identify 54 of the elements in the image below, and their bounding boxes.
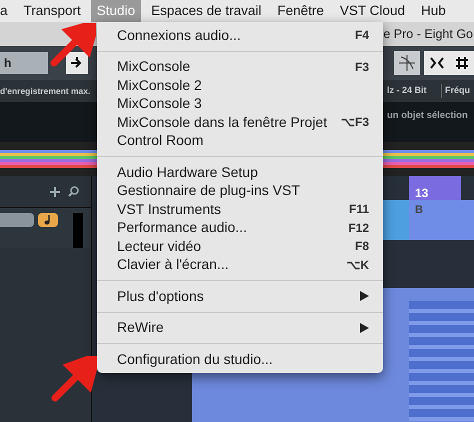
note-icon	[44, 215, 52, 225]
track-row[interactable]	[0, 208, 91, 248]
window-title: e Pro - Eight Go	[383, 26, 473, 43]
submenu-arrow-icon	[360, 291, 369, 302]
dropdown[interactable]: h	[0, 52, 48, 74]
info-text: un objet sélection	[387, 109, 468, 123]
arrow-tool-icon	[70, 57, 84, 69]
menu-bar-item[interactable]: Fenêtre	[271, 0, 330, 22]
menu-item[interactable]: Connexions audio... F4	[97, 26, 383, 44]
shortcut-text: ⌥F3	[340, 114, 369, 132]
status-text: d'enregistrement max.	[0, 84, 90, 98]
menu-item[interactable]: Configuration du studio...	[97, 350, 383, 368]
menu-bar-item[interactable]: Hub	[414, 0, 452, 22]
search-icon[interactable]	[68, 186, 79, 197]
shortcut-text: F3	[354, 58, 369, 76]
plus-icon[interactable]	[50, 186, 60, 196]
menu-item[interactable]: ReWire	[97, 318, 383, 337]
menu-item[interactable]: Plus d'options	[97, 287, 383, 306]
shortcut-text: F11	[348, 201, 369, 218]
tool-button[interactable]	[394, 51, 420, 75]
menu-item[interactable]: Gestionnaire de plug-ins VST	[97, 182, 383, 200]
shortcut-text: ⌥K	[346, 256, 369, 274]
midi-track-button[interactable]	[38, 213, 58, 227]
menu-item[interactable]: Lecteur vidéo F8	[97, 237, 383, 256]
menu-item[interactable]: MixConsole dans la fenêtre Projet ⌥F3	[97, 113, 383, 132]
menu-item[interactable]: Control Room	[97, 132, 383, 150]
menu-bar-item[interactable]: Transport	[18, 0, 87, 22]
status-text: lz - 24 Bit	[387, 84, 427, 98]
submenu-arrow-icon	[360, 322, 369, 333]
shortcut-text: F12	[348, 220, 369, 237]
menu-bar-item[interactable]: a	[0, 0, 14, 22]
menu-item[interactable]: MixConsole F3	[97, 58, 383, 76]
midi-event: B	[409, 200, 474, 240]
tool-button[interactable]	[424, 51, 474, 75]
track-color-strip	[73, 213, 83, 248]
menu-item[interactable]: MixConsole 2	[97, 76, 383, 94]
grid-icon	[454, 56, 468, 70]
status-text: Fréqu	[441, 84, 470, 98]
pointer-arrow	[51, 356, 97, 402]
shortcut-text: F4	[354, 27, 369, 44]
menu-bar-item[interactable]: Espaces de travail	[145, 0, 268, 22]
menu-item[interactable]: Audio Hardware Setup	[97, 163, 383, 182]
menu-item[interactable]: MixConsole 3	[97, 94, 383, 113]
pointer-arrow	[50, 23, 96, 67]
menu-item[interactable]: VST Instruments F11	[97, 200, 383, 218]
shortcut-text: F8	[354, 238, 369, 256]
snap-icon	[430, 56, 444, 70]
menu-bar-item[interactable]: VST Cloud	[334, 0, 411, 22]
menu-item[interactable]: Clavier à l'écran... ⌥K	[97, 256, 383, 274]
tool-button[interactable]	[66, 52, 88, 74]
ruler-marker: 13	[409, 176, 461, 200]
menu-item[interactable]: Performance audio... F12	[97, 218, 383, 237]
track-name-field[interactable]	[0, 213, 34, 227]
curve-icon	[398, 54, 416, 72]
